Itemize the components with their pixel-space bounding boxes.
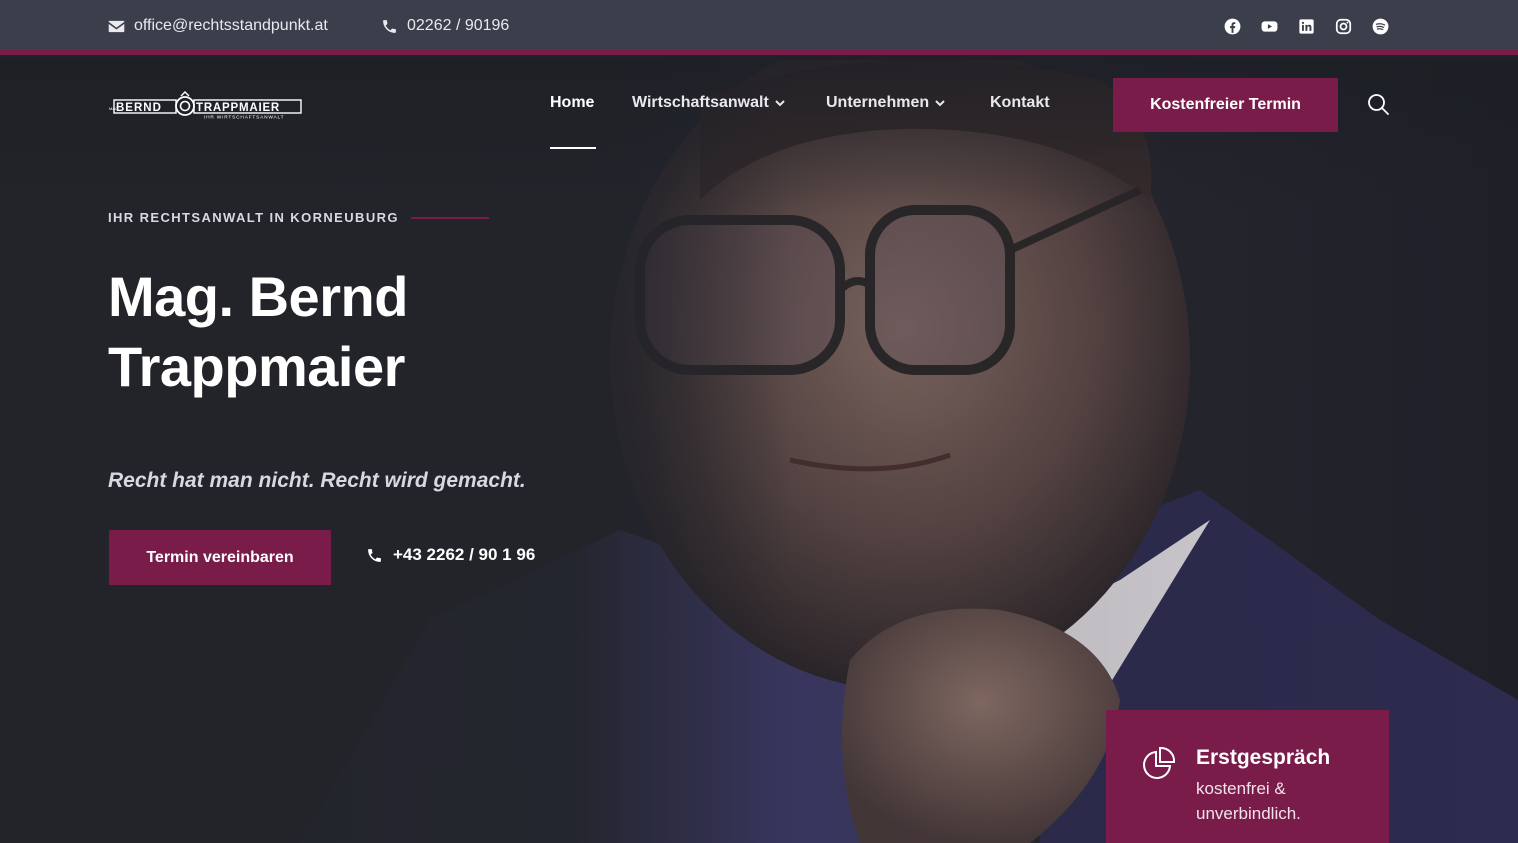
email-text: office@rechtsstandpunkt.at <box>134 17 328 34</box>
eyebrow-divider <box>410 216 489 219</box>
search-icon <box>1368 94 1389 115</box>
title-line-1: Mag. Bernd <box>108 265 408 328</box>
pie-chart-icon <box>1143 746 1176 779</box>
svg-text:IHR WIRTSCHAFTSANWALT: IHR WIRTSCHAFTSANWALT <box>204 115 284 121</box>
eyebrow-text: IHR RECHTSANWALT IN KORNEUBURG <box>108 210 399 225</box>
envelope-icon <box>108 20 125 32</box>
title-line-2: Trappmaier <box>108 335 405 398</box>
top-bar: office@rechtsstandpunkt.at 02262 / 90196 <box>0 0 1518 55</box>
chevron-down-icon <box>935 100 945 107</box>
page-title: Mag. Bernd Trappmaier <box>108 262 628 402</box>
hero-phone-link[interactable]: +43 2262 / 90 1 96 <box>366 545 535 565</box>
card-subtitle: kostenfrei & unverbindlich. <box>1196 779 1301 823</box>
svg-text:BERND: BERND <box>116 102 162 114</box>
phone-icon <box>368 548 381 562</box>
nav-unternehmen-label: Unternehmen <box>826 94 930 111</box>
youtube-icon[interactable] <box>1260 17 1279 36</box>
card-title: Erstgespräch <box>1196 746 1331 769</box>
book-appointment-button[interactable]: Termin vereinbaren <box>109 530 331 585</box>
svg-text:TRAPPMAIER: TRAPPMAIER <box>196 102 280 114</box>
phone-icon <box>383 19 396 33</box>
nav-home-label: Home <box>550 94 595 111</box>
social-links <box>1223 17 1390 36</box>
nav-wirtschaftsanwalt[interactable]: Wirtschaftsanwalt <box>632 94 786 112</box>
hero-tagline: Recht hat man nicht. Recht wird gemacht. <box>108 469 526 492</box>
spotify-icon[interactable] <box>1371 17 1390 36</box>
logo-mark: MAG. BERND TRAPPMAIER IHR WIRTSCHAFTSANW… <box>109 91 302 121</box>
nav-kontakt-label: Kontakt <box>990 94 1050 111</box>
instagram-icon[interactable] <box>1334 17 1353 36</box>
free-appointment-button[interactable]: Kostenfreier Termin <box>1113 78 1338 132</box>
linkedin-icon[interactable] <box>1297 17 1316 36</box>
phone-text: 02262 / 90196 <box>407 17 510 34</box>
phone-link-top[interactable]: 02262 / 90196 <box>381 17 509 35</box>
chevron-down-icon <box>775 100 785 107</box>
hero-phone-text: +43 2262 / 90 1 96 <box>393 545 536 564</box>
hero-eyebrow: IHR RECHTSANWALT IN KORNEUBURG <box>108 210 489 225</box>
nav-active-indicator <box>550 147 596 149</box>
nav-unternehmen[interactable]: Unternehmen <box>826 94 946 112</box>
facebook-icon[interactable] <box>1223 17 1242 36</box>
consultation-card[interactable]: Erstgespräch kostenfrei & unverbindlich. <box>1106 710 1389 843</box>
nav-kontakt[interactable]: Kontakt <box>990 94 1050 112</box>
search-button[interactable] <box>1366 92 1390 116</box>
site-logo[interactable]: MAG. BERND TRAPPMAIER IHR WIRTSCHAFTSANW… <box>108 90 304 121</box>
email-link[interactable]: office@rechtsstandpunkt.at <box>108 17 328 35</box>
nav-wirtschaftsanwalt-label: Wirtschaftsanwalt <box>632 94 769 111</box>
nav-home[interactable]: Home <box>550 94 594 112</box>
